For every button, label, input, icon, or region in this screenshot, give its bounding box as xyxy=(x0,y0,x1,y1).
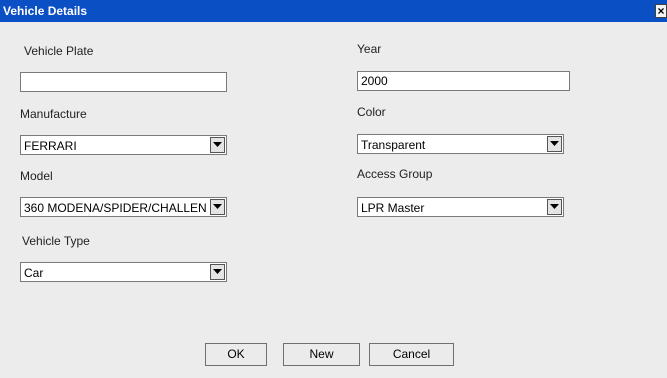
vehicle-type-dropdown-button[interactable] xyxy=(210,264,225,280)
vehicle-plate-label: Vehicle Plate xyxy=(24,44,94,58)
access-group-value: LPR Master xyxy=(361,201,425,215)
manufacture-select[interactable]: FERRARI xyxy=(20,135,227,155)
color-label: Color xyxy=(357,105,386,119)
chevron-down-icon xyxy=(213,142,222,147)
chevron-down-icon xyxy=(550,141,559,146)
color-dropdown-button[interactable] xyxy=(547,136,562,152)
access-group-label: Access Group xyxy=(357,167,433,181)
year-input[interactable]: 2000 xyxy=(357,71,570,91)
manufacture-label: Manufacture xyxy=(20,107,87,121)
title-bar[interactable]: Vehicle Details × xyxy=(0,0,667,22)
model-label: Model xyxy=(20,169,53,183)
access-group-select[interactable]: LPR Master xyxy=(357,197,564,217)
manufacture-value: FERRARI xyxy=(24,139,77,153)
vehicle-details-dialog: Vehicle Details × Vehicle Plate Manufact… xyxy=(0,0,667,378)
chevron-down-icon xyxy=(213,269,222,274)
ok-button[interactable]: OK xyxy=(205,343,267,366)
access-group-dropdown-button[interactable] xyxy=(547,199,562,215)
close-button[interactable]: × xyxy=(655,4,667,18)
new-button[interactable]: New xyxy=(283,343,360,366)
vehicle-plate-input[interactable] xyxy=(20,72,227,92)
chevron-down-icon xyxy=(213,204,222,209)
vehicle-type-value: Car xyxy=(24,266,44,280)
dialog-title: Vehicle Details xyxy=(3,4,88,18)
manufacture-dropdown-button[interactable] xyxy=(210,137,225,153)
cancel-button[interactable]: Cancel xyxy=(369,343,454,366)
year-label: Year xyxy=(357,42,382,56)
color-value: Transparent xyxy=(361,138,426,152)
vehicle-type-select[interactable]: Car xyxy=(20,262,227,282)
close-icon: × xyxy=(657,4,665,18)
chevron-down-icon xyxy=(550,204,559,209)
model-value: 360 MODENA/SPIDER/CHALLEN xyxy=(24,201,206,215)
model-dropdown-button[interactable] xyxy=(210,199,225,215)
vehicle-type-label: Vehicle Type xyxy=(22,234,90,248)
color-select[interactable]: Transparent xyxy=(357,134,564,154)
model-select[interactable]: 360 MODENA/SPIDER/CHALLEN xyxy=(20,197,227,217)
